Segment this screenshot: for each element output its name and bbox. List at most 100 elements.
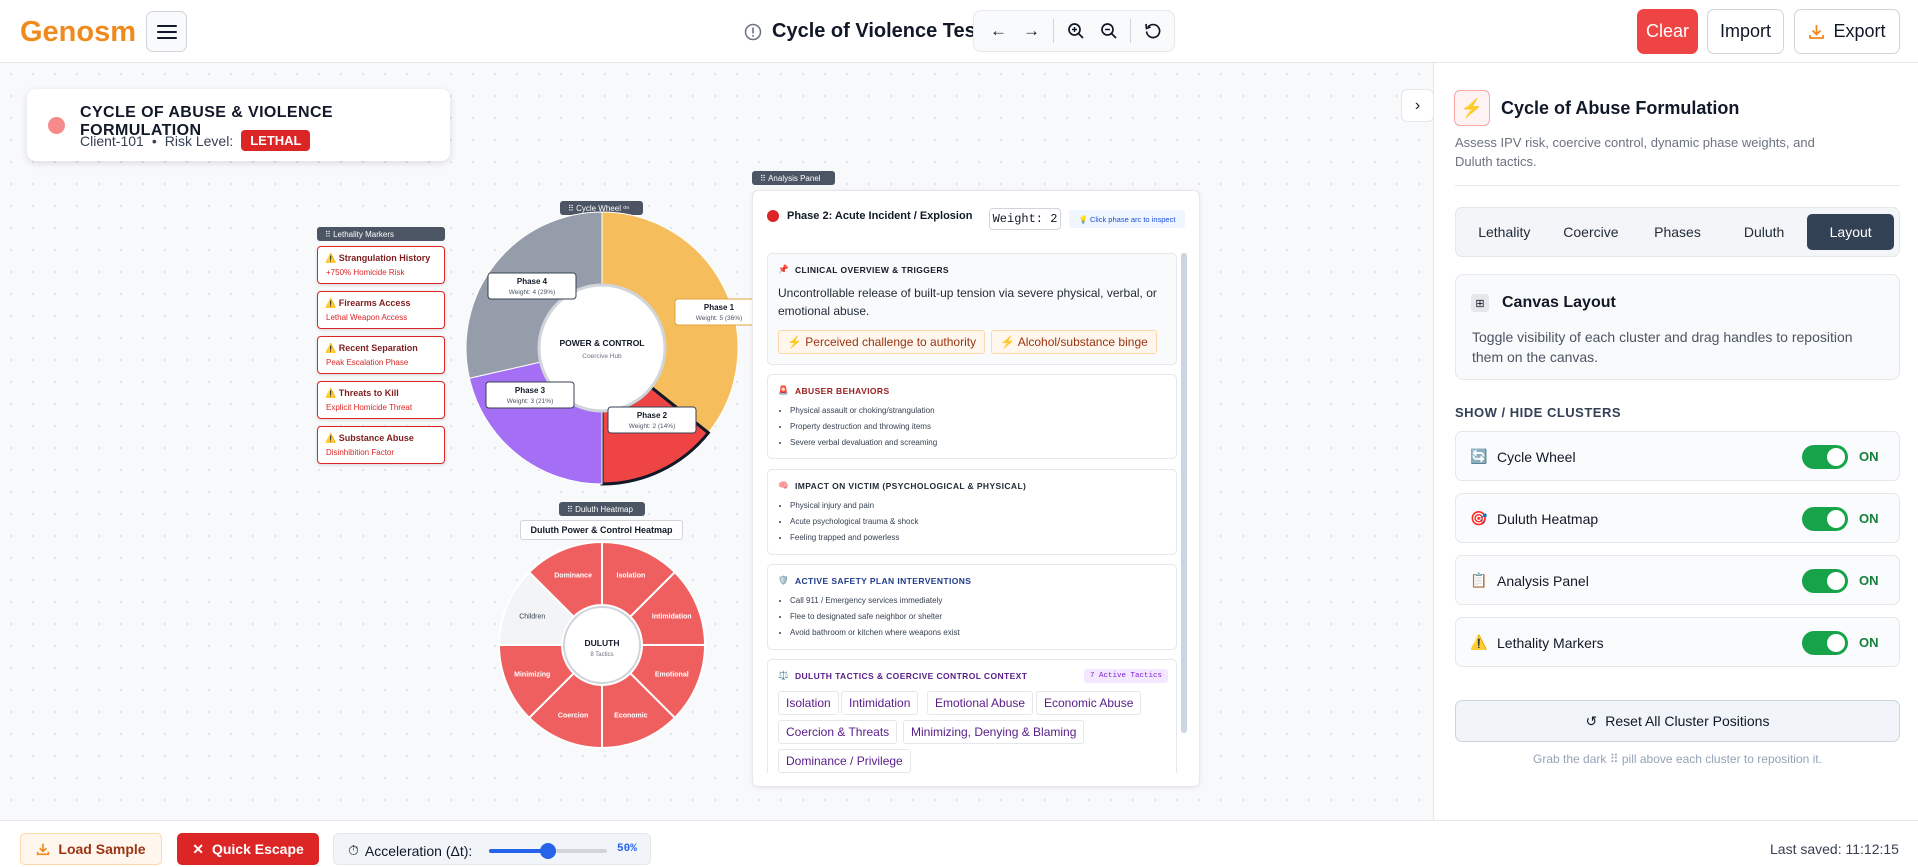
cluster-label: Duluth Heatmap <box>1497 511 1599 527</box>
phase-color-dot <box>767 210 779 222</box>
load-sample-label: Load Sample <box>58 841 146 857</box>
zoom-in-button[interactable] <box>1059 16 1092 46</box>
toggle-state: ON <box>1859 635 1879 650</box>
target-icon: 🎯 <box>1470 510 1488 526</box>
marker-title-text: Substance Abuse <box>338 433 414 443</box>
risk-indicator-dot <box>48 117 65 134</box>
layout-description: Toggle visibility of each cluster and dr… <box>1472 329 1853 365</box>
quick-escape-button[interactable]: ✕ Quick Escape <box>177 833 319 865</box>
list-item: Physical assault or choking/strangulatio… <box>790 403 937 419</box>
warning-icon: ⚠️ <box>325 433 337 443</box>
tactic-label: Isolation <box>617 573 646 580</box>
acceleration-slider[interactable] <box>489 843 607 859</box>
phase-name: Phase 2 <box>637 411 668 420</box>
duluth-hub-title: DULUTH <box>585 638 620 648</box>
lethality-marker[interactable]: ⚠️ Firearms Access Lethal Weapon Access <box>317 291 445 329</box>
zoom-out-button[interactable] <box>1092 16 1125 46</box>
scales-icon: ⚖️ <box>778 670 789 680</box>
phase-header: Phase 2: Acute Incident / Explosion <box>767 210 972 222</box>
menu-button[interactable] <box>146 11 187 52</box>
tactic-tag: Emotional Abuse <box>927 691 1034 715</box>
stopwatch-icon: ⏱ <box>348 842 359 858</box>
tab-layout[interactable]: Layout <box>1807 214 1894 250</box>
undo-button[interactable]: ← <box>982 16 1015 46</box>
cluster-toggle-row: 📋 Analysis Panel ON <box>1455 555 1900 605</box>
zoom-in-icon <box>1067 23 1084 39</box>
sidebar-title: Cycle of Abuse Formulation <box>1501 98 1740 118</box>
marker-title-text: Strangulation History <box>338 253 431 263</box>
analysis-scroll-area[interactable]: 📌 CLINICAL OVERVIEW & TRIGGERS Uncontroll… <box>767 253 1185 773</box>
phase-label-1[interactable]: Phase 1 Weight: 5 (36%) <box>674 298 764 326</box>
app-logo[interactable]: Genosm <box>20 16 136 49</box>
formulation-icon: ⚡ <box>1454 90 1490 126</box>
quick-escape-label: Quick Escape <box>211 841 304 857</box>
tab-coercive[interactable]: Coercive <box>1548 214 1635 250</box>
phase-title: Phase 2: Acute Incident / Explosion <box>787 210 973 222</box>
tab-phases[interactable]: Phases <box>1634 214 1721 250</box>
trigger-tag: ⚡ Perceived challenge to authority <box>778 330 986 354</box>
expand-sidebar-button[interactable]: › <box>1401 89 1434 122</box>
export-button[interactable]: Export <box>1794 9 1900 54</box>
phase-label-3[interactable]: Phase 3 Weight: 3 (21%) <box>485 381 575 409</box>
phase-label-2[interactable]: Phase 2 Weight: 2 (14%) <box>607 406 697 434</box>
chevron-right-icon: › <box>1414 96 1421 114</box>
lethality-markers-handle[interactable]: ⠿ Lethality Markers <box>317 227 445 241</box>
marker-title: ⚠️ Firearms Access <box>325 298 410 309</box>
warning-icon: ⚠️ <box>325 388 337 398</box>
tab-lethality[interactable]: Lethality <box>1461 214 1548 250</box>
cycle-wheel-toggle[interactable] <box>1802 445 1848 469</box>
close-icon: ✕ <box>192 840 204 857</box>
duluth-heatmap-handle[interactable]: ⠿ Duluth Heatmap <box>559 502 645 516</box>
reset-positions-button[interactable]: ↺ Reset All Cluster Positions <box>1455 700 1900 742</box>
tab-duluth[interactable]: Duluth <box>1721 214 1808 250</box>
phase-name: Phase 1 <box>704 303 735 312</box>
export-label: Export <box>1833 21 1886 41</box>
cycle-wheel[interactable]: POWER & CONTROL Coercive Hub Phase 1 Weight… <box>440 209 764 504</box>
duluth-heatmap[interactable]: Isolation Intimidation Emotional Economic Co… <box>497 540 707 750</box>
marker-title-text: Recent Separation <box>338 343 418 353</box>
active-tactics-badge: 7 Active Tactics <box>1084 669 1169 683</box>
section-title: ACTIVE SAFETY PLAN INTERVENTIONS <box>794 575 972 586</box>
reset-view-button[interactable] <box>1136 16 1169 46</box>
list-item: Call 911 / Emergency services immediatel… <box>790 593 960 609</box>
import-button[interactable]: Import <box>1707 9 1784 54</box>
toggle-state: ON <box>1859 449 1879 464</box>
scrollbar[interactable] <box>1181 253 1187 733</box>
lethality-marker[interactable]: ⚠️ Substance Abuse Disinhibition Factor <box>317 426 445 464</box>
lethality-markers-toggle[interactable] <box>1802 631 1848 655</box>
analysis-panel-toggle[interactable] <box>1802 569 1848 593</box>
tactic-label: Minimizing <box>514 671 550 678</box>
trigger-text: Perceived challenge to authority <box>805 335 977 349</box>
heatmap-title: Duluth Power & Control Heatmap <box>520 520 683 540</box>
trigger-text: Alcohol/substance binge <box>1017 335 1148 349</box>
tactic-tag: Isolation <box>778 691 839 715</box>
marker-title-text: Threats to Kill <box>338 388 399 398</box>
warning-icon: ⚠️ <box>325 298 337 308</box>
sidebar-tabs: Lethality Coercive Phases Duluth Layout <box>1455 207 1900 257</box>
clear-button[interactable]: Clear <box>1637 9 1698 54</box>
phase-label-4[interactable]: Phase 4 Weight: 4 (29%) <box>487 272 577 300</box>
rotate-icon <box>1144 23 1160 39</box>
analysis-panel-handle[interactable]: ⠿ Analysis Panel <box>752 171 835 185</box>
load-sample-button[interactable]: Load Sample <box>20 833 162 865</box>
duluth-heatmap-toggle[interactable] <box>1802 507 1848 531</box>
fist-icon: 🚨 <box>778 385 789 395</box>
bottom-bar: Load Sample ✕ Quick Escape ⏱ Acceleration… <box>0 820 1918 867</box>
abuser-list: Physical assault or choking/strangulatio… <box>790 403 937 451</box>
section-heading: ⚖️ DULUTH TACTICS & COERCIVE CONTROL CONT… <box>778 670 1027 681</box>
safety-plan-section: 🛡️ ACTIVE SAFETY PLAN INTERVENTIONS Call … <box>767 564 1177 650</box>
analysis-panel: Phase 2: Acute Incident / Explosion Weig… <box>752 190 1200 787</box>
slider-handle[interactable] <box>540 843 556 859</box>
lethality-marker[interactable]: ⚠️ Threats to Kill Explicit Homicide Thr… <box>317 381 445 419</box>
clinical-overview-section: 📌 CLINICAL OVERVIEW & TRIGGERS Uncontroll… <box>767 253 1177 365</box>
lethality-marker[interactable]: ⚠️ Strangulation History +750% Homicide … <box>317 246 445 284</box>
arrow-right-icon: → <box>1023 21 1040 40</box>
abuser-behaviors-section: 🚨 ABUSER BEHAVIORS Physical assault or ch… <box>767 374 1177 459</box>
marker-title-text: Firearms Access <box>338 298 411 308</box>
tactic-tag: Intimidation <box>841 691 919 715</box>
marker-title: ⚠️ Threats to Kill <box>325 388 399 399</box>
safety-list: Call 911 / Emergency services immediatel… <box>790 593 960 641</box>
lethality-marker[interactable]: ⚠️ Recent Separation Peak Escalation Pha… <box>317 336 445 374</box>
redo-button[interactable]: → <box>1015 16 1048 46</box>
cluster-label: Cycle Wheel <box>1497 449 1576 465</box>
